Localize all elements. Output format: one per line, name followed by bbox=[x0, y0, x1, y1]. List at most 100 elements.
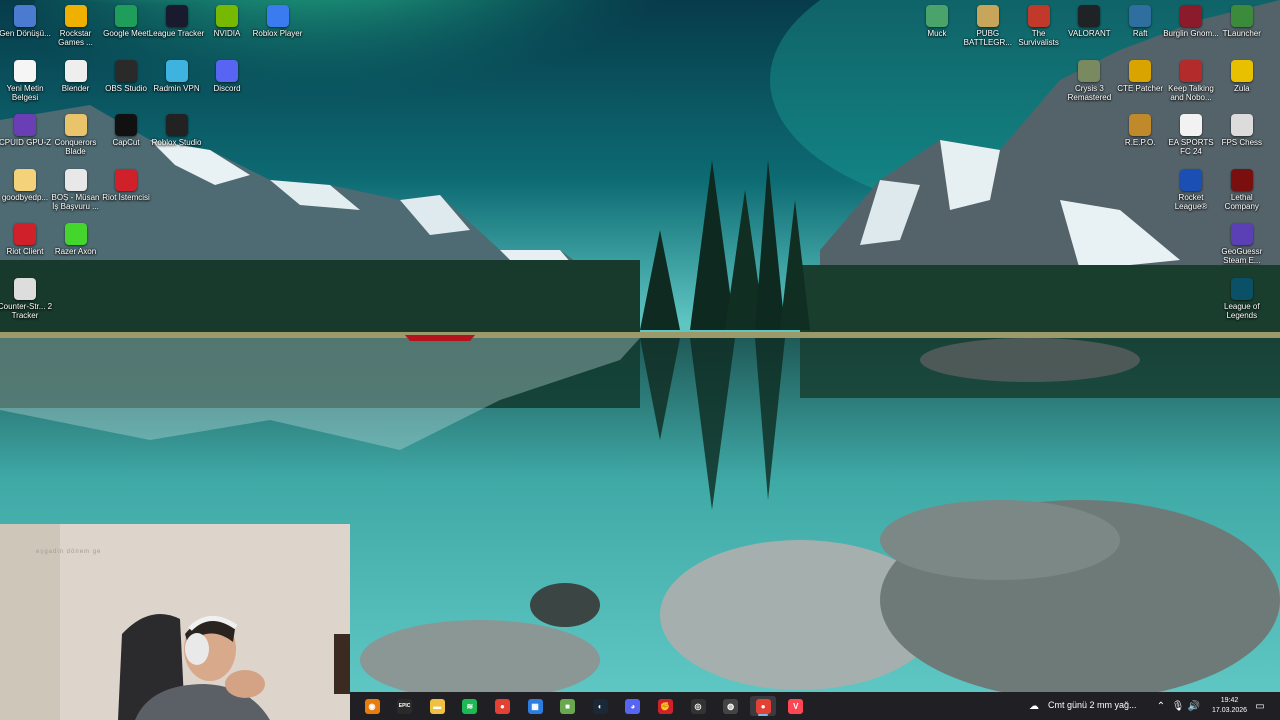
desktop-icon-lethal-company[interactable]: Lethal Company bbox=[1216, 168, 1268, 211]
desktop-icon-settings-app[interactable]: Gen Dönüşü... bbox=[0, 5, 51, 38]
desktop-icon-crysis[interactable]: Crysis 3 Remastered bbox=[1063, 59, 1115, 102]
desktop-icon-league-of-legends[interactable]: League of Legends bbox=[1216, 277, 1268, 320]
desktop-icon-gpuz[interactable]: CPUID GPU-Z bbox=[0, 114, 51, 147]
desktop-icon-cs2-tracker[interactable]: Counter-Str... 2 Tracker bbox=[0, 277, 53, 320]
desktop-icon-google-meet[interactable]: Google Meet bbox=[100, 5, 152, 38]
desktop-icon-discord[interactable]: Discord bbox=[201, 59, 253, 93]
notification-icon[interactable]: ▭ bbox=[1254, 700, 1266, 712]
blender-taskbar-icon[interactable]: ◉ bbox=[359, 696, 385, 716]
desktop-icon-roblox[interactable]: Roblox Player bbox=[252, 5, 304, 38]
desktop-icon-repo[interactable]: R.E.P.O. bbox=[1114, 114, 1166, 147]
desktop-icon-capcut[interactable]: CapCut bbox=[100, 114, 152, 147]
blender-glyph-icon: ◉ bbox=[364, 698, 380, 714]
desktop-icon-raft[interactable]: Raft bbox=[1114, 5, 1166, 38]
minecraft-taskbar-icon[interactable]: ■ bbox=[555, 696, 581, 716]
epic-games-taskbar-icon[interactable]: EPIC bbox=[392, 696, 418, 716]
razer-icon bbox=[64, 223, 87, 245]
desktop-icon-ea-fc[interactable]: EA SPORTS FC 24 bbox=[1165, 114, 1217, 156]
raft-icon bbox=[1129, 5, 1152, 27]
desktop-icon-nvidia[interactable]: NVIDIA bbox=[201, 5, 253, 38]
desktop-icon-fps-chess[interactable]: FPS Chess bbox=[1216, 114, 1268, 147]
steam-glyph-icon: ◐ bbox=[592, 698, 608, 714]
desktop-icon-label: Zula bbox=[1234, 83, 1250, 93]
chevron-up-icon[interactable]: ⌃ bbox=[1155, 700, 1167, 712]
cs2-tracker-icon bbox=[14, 277, 36, 300]
desktop-icon-label: Yeni Metin Belgesi bbox=[6, 83, 44, 102]
chrome-taskbar-icon[interactable]: ● bbox=[489, 696, 515, 716]
desktop-icon-valorant[interactable]: VALORANT bbox=[1063, 5, 1115, 38]
desktop-icon-label: GeoGuessr Steam E... bbox=[1221, 247, 1263, 265]
desktop-icon-riot[interactable]: Riot İstemcisi bbox=[100, 168, 152, 202]
valorant-taskbar-icon[interactable]: V bbox=[783, 696, 809, 716]
taskbar: ◉ EPIC ▬ ≋ ● ▦ ■ ◐ ◕ ✊ ◎ ◍ ● V ☁ Cmt günü 2 mm yağ...… bbox=[350, 692, 1280, 720]
desktop-icon-label: Raft bbox=[1132, 29, 1148, 38]
chrome-active-taskbar-icon[interactable]: ● bbox=[750, 696, 777, 716]
gpuz-icon bbox=[14, 114, 36, 136]
settings-app-icon bbox=[14, 5, 36, 27]
text-document-icon bbox=[14, 59, 36, 82]
file-explorer-taskbar-icon[interactable]: ▬ bbox=[424, 696, 450, 716]
desktop-icon-excel-file[interactable]: BOŞ - Müsan İş Başvuru ... bbox=[50, 168, 102, 211]
store-taskbar-icon[interactable]: ▦ bbox=[522, 696, 548, 716]
desktop-icon-geoguessr[interactable]: GeoGuessr Steam E... bbox=[1216, 223, 1268, 265]
weather-icon[interactable]: ☁ bbox=[1028, 700, 1040, 712]
valorant-icon bbox=[1078, 5, 1101, 27]
desktop-icon-zula[interactable]: Zula bbox=[1216, 59, 1268, 93]
github-taskbar-icon[interactable]: ◍ bbox=[718, 696, 744, 716]
desktop-icon-roblox-studio[interactable]: Roblox Studio bbox=[151, 114, 203, 147]
folder-icon bbox=[64, 114, 87, 136]
rockstar-icon bbox=[64, 5, 87, 27]
desktop-icon-label: PUBG BATTLEGR... bbox=[963, 29, 1012, 47]
file-icon bbox=[14, 168, 36, 191]
desktop-icon-label: Crysis 3 Remastered bbox=[1067, 83, 1112, 102]
desktop-icon-obs[interactable]: OBS Studio bbox=[100, 59, 152, 93]
survivalists-icon bbox=[1027, 5, 1050, 27]
desktop-icon-label: Keep Talking and Nobo... bbox=[1168, 83, 1214, 102]
discord-taskbar-icon[interactable]: ◕ bbox=[620, 696, 646, 716]
speaker-icon[interactable]: 🔊 bbox=[1188, 700, 1200, 712]
desktop-icon-radmin-vpn[interactable]: Radmin VPN bbox=[151, 59, 203, 93]
nvidia-icon bbox=[216, 5, 238, 27]
desktop-icon-tlauncher[interactable]: TLauncher bbox=[1216, 5, 1268, 38]
desktop-icon-muck[interactable]: Muck bbox=[911, 5, 963, 38]
steam-taskbar-icon[interactable]: ◐ bbox=[587, 696, 613, 716]
obs-glyph-icon: ◎ bbox=[690, 698, 706, 714]
radmin-vpn-icon bbox=[165, 59, 188, 82]
fps-chess-icon bbox=[1230, 114, 1253, 136]
desktop-icon-label: Burglin Gnom... bbox=[1163, 29, 1219, 38]
riot-glyph-icon: ✊ bbox=[657, 698, 673, 714]
obs-taskbar-icon[interactable]: ◎ bbox=[685, 696, 711, 716]
system-clock[interactable]: 19:42 17.03.2026 bbox=[1212, 696, 1247, 716]
desktop-icon-folder[interactable]: Conquerors Blade bbox=[50, 114, 102, 156]
desktop-icon-label: Counter-Str... 2 Tracker bbox=[0, 301, 53, 320]
desktop-icon-label: League of Legends bbox=[1224, 301, 1260, 320]
roblox-icon bbox=[266, 5, 289, 27]
burglin-gnomes-icon bbox=[1180, 5, 1202, 27]
weather-text[interactable]: Cmt günü 2 mm yağ... bbox=[1048, 700, 1137, 710]
desktop-icon-blender[interactable]: Blender bbox=[50, 59, 102, 93]
desktop-icon-burglin-gnomes[interactable]: Burglin Gnom... bbox=[1163, 5, 1219, 38]
spotify-taskbar-icon[interactable]: ≋ bbox=[457, 696, 483, 716]
desktop-icon-riot-client[interactable]: Riot Client bbox=[0, 223, 51, 256]
roblox-studio-icon bbox=[165, 114, 188, 136]
desktop-icon-file[interactable]: goodbyedp... bbox=[0, 168, 51, 202]
lethal-company-icon bbox=[1230, 168, 1253, 191]
desktop-icon-razer[interactable]: Razer Axon bbox=[50, 223, 102, 256]
desktop-icon-keep-talking[interactable]: Keep Talking and Nobo... bbox=[1165, 59, 1217, 102]
desktop-icon-label: Rockstar Games ... bbox=[58, 29, 93, 47]
desktop-icon-survivalists[interactable]: The Survivalists bbox=[1013, 5, 1065, 47]
desktop-icon-label: TLauncher bbox=[1222, 29, 1261, 38]
desktop-icon-text-document[interactable]: Yeni Metin Belgesi bbox=[0, 59, 51, 102]
desktop-icon-pubg[interactable]: PUBG BATTLEGR... bbox=[962, 5, 1014, 47]
desktop-icon-label: Lethal Company bbox=[1224, 192, 1259, 211]
microphone-icon[interactable]: 🎙 bbox=[1172, 700, 1185, 712]
desktop-icon-label: CPUID GPU-Z bbox=[0, 138, 51, 147]
desktop-icon-cte-patcher[interactable]: CTE Patcher bbox=[1114, 59, 1166, 93]
desktop-icon-league-tracker[interactable]: League Tracker bbox=[149, 5, 204, 38]
riot-taskbar-icon[interactable]: ✊ bbox=[652, 696, 678, 716]
desktop-icon-label: Conquerors Blade bbox=[54, 138, 97, 156]
riot-icon bbox=[115, 168, 137, 191]
desktop-icon-rockstar[interactable]: Rockstar Games ... bbox=[50, 5, 102, 47]
desktop-icon-label: Radmin VPN bbox=[153, 83, 200, 93]
desktop-icon-rocket-league[interactable]: Rocket League® bbox=[1165, 168, 1217, 211]
